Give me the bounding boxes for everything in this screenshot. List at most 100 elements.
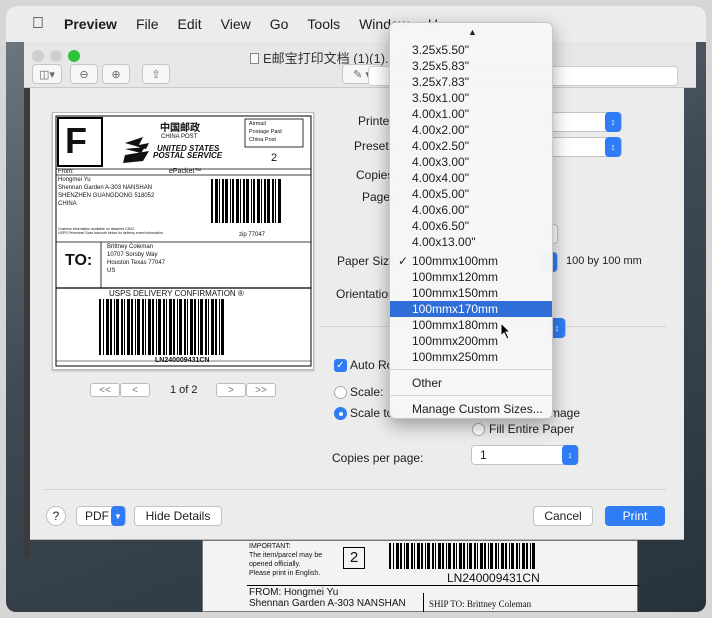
paper-option[interactable]: 4.00x1.00" <box>390 106 552 122</box>
screenshot-frame:  Preview File Edit View Go Tools Window… <box>6 6 706 612</box>
checkmark-icon: ✓ <box>398 254 409 268</box>
pdf-button-label: PDF <box>85 509 109 523</box>
sender-line-2: Shennan Garden A-303 NANSHAN <box>58 185 153 191</box>
paper-option[interactable]: 4.00x6.00" <box>390 202 552 218</box>
orientation-label: Orientation <box>336 287 395 301</box>
print-button[interactable]: Print <box>605 506 665 526</box>
menu-bar:  Preview File Edit View Go Tools Window… <box>6 6 706 42</box>
paper-option[interactable]: 4.00x2.50" <box>390 138 552 154</box>
next-page-button[interactable]: > <box>216 383 246 397</box>
menu-edit[interactable]: Edit <box>178 16 202 32</box>
zip-barcode <box>211 179 281 223</box>
paper-option[interactable]: 100mmx150mm <box>390 285 552 301</box>
to-label: TO: <box>65 252 93 269</box>
paper-option[interactable]: 4.00x6.50" <box>390 218 552 234</box>
recipient-line-3: Houston Texas 77047 <box>107 260 165 266</box>
sender-line-3: SHENZHEN GUANGDONG 518052 <box>58 193 155 199</box>
paper-option[interactable]: 4.00x4.00" <box>390 170 552 186</box>
paper-option[interactable]: 100mmx180mm <box>390 317 552 333</box>
paper-option[interactable]: 4.00x5.00" <box>390 186 552 202</box>
lower-divider <box>247 585 639 586</box>
lower-address-line: Shennan Garden A-303 NANSHAN <box>249 598 406 609</box>
zoom-in-icon[interactable]: ⊕ <box>102 64 130 84</box>
presets-popup[interactable]: ↕ <box>550 137 622 157</box>
apple-icon[interactable]:  <box>32 15 44 33</box>
copies-per-page-popup[interactable]: 1 ↕ <box>471 445 579 465</box>
print-dialog: F 中国邮政 CHINA POST Airmail Postage Paid C… <box>30 88 684 540</box>
airmail-line-2: Postage Paid <box>249 129 282 135</box>
chevron-down-icon: ▼ <box>111 506 125 526</box>
printer-popup[interactable]: ↕ <box>550 112 622 132</box>
menu-file[interactable]: File <box>136 16 159 32</box>
scale-to-fit-radio[interactable] <box>334 407 347 420</box>
footer-separator <box>44 489 666 490</box>
lower-tracking-number: LN240009431CN <box>447 571 540 585</box>
important-line-2: The item/parcel may be <box>249 552 323 559</box>
close-window-button[interactable] <box>32 50 44 62</box>
menu-separator <box>390 395 552 396</box>
popup-stepper-icon: ↕ <box>605 112 621 132</box>
label-number: 2 <box>271 152 278 164</box>
zoom-out-icon[interactable]: ⊖ <box>70 64 98 84</box>
paper-option[interactable]: 4.00x2.00" <box>390 122 552 138</box>
tracking-barcode <box>99 299 224 355</box>
menu-go[interactable]: Go <box>270 16 289 32</box>
paper-option[interactable]: 3.25x5.83" <box>390 58 552 74</box>
paper-option[interactable]: 3.25x7.83" <box>390 74 552 90</box>
print-preview: F 中国邮政 CHINA POST Airmail Postage Paid C… <box>52 112 314 370</box>
help-button[interactable]: ? <box>46 506 66 526</box>
paper-option[interactable]: 4.00x3.00" <box>390 154 552 170</box>
paper-option-checked[interactable]: ✓ 100mmx100mm <box>390 253 552 269</box>
cancel-button[interactable]: Cancel <box>533 506 593 526</box>
paper-option[interactable]: 4.00x13.00" <box>390 234 552 250</box>
menu-separator <box>390 369 552 370</box>
paper-option[interactable]: 3.25x5.50" <box>390 42 552 58</box>
paper-option-highlighted[interactable]: 100mmx170mm <box>390 301 552 317</box>
first-page-button[interactable]: << <box>90 383 120 397</box>
epacket-label: ePacket™ <box>169 168 202 175</box>
paper-option[interactable]: 100mmx250mm <box>390 349 552 365</box>
lower-from-line: FROM: Hongmei Yu <box>249 587 339 598</box>
tracking-number: LN240009431CN <box>155 357 210 364</box>
airmail-line-3: China Post <box>249 137 276 143</box>
minimize-window-button[interactable] <box>50 50 62 62</box>
scale-radio[interactable] <box>334 386 347 399</box>
paper-option[interactable]: 3.50x1.00" <box>390 90 552 106</box>
zoom-window-button[interactable] <box>68 50 80 62</box>
menu-tools[interactable]: Tools <box>307 16 340 32</box>
recipient-line-4: US <box>107 268 116 274</box>
customs-note-2: USPS Personnel Scan barcode below for de… <box>58 231 163 235</box>
hide-details-button[interactable]: Hide Details <box>134 506 222 526</box>
recipient-line-1: Brittney Coleman <box>107 244 154 250</box>
sidebar-toggle-icon[interactable]: ◫▾ <box>32 64 62 84</box>
copies-per-page-value: 1 <box>480 448 487 462</box>
menu-app-preview[interactable]: Preview <box>64 16 117 32</box>
menu-view[interactable]: View <box>221 16 251 32</box>
paper-size-label: Paper Size <box>337 254 396 268</box>
mouse-cursor-icon <box>500 322 512 340</box>
paper-size-description: 100 by 100 mm <box>566 255 642 267</box>
fill-entire-paper-radio[interactable] <box>472 423 485 436</box>
scale-label: Scale: <box>350 385 384 399</box>
popup-stepper-icon: ↕ <box>605 137 621 157</box>
paper-option[interactable]: 100mmx120mm <box>390 269 552 285</box>
auto-rotate-checkbox[interactable]: ✓ <box>334 359 347 372</box>
paper-option-other[interactable]: Other <box>390 375 552 391</box>
lower-box-number: 2 <box>343 547 365 569</box>
scroll-up-arrow-icon[interactable]: ▲ <box>468 27 477 37</box>
sender-line-1: Hongmei Yu <box>58 177 91 183</box>
pdf-menu-button[interactable]: PDF ▼ <box>76 506 126 526</box>
important-line-1: IMPORTANT: <box>249 543 291 550</box>
page-indicator: 1 of 2 <box>170 384 198 396</box>
paper-option[interactable]: 100mmx200mm <box>390 333 552 349</box>
previous-page-button[interactable]: < <box>120 383 150 397</box>
document-title: E邮宝打印文档 (1)(1).pdf <box>250 48 407 67</box>
last-page-button[interactable]: >> <box>246 383 276 397</box>
scale-to-fit-label: Scale to <box>350 406 394 420</box>
from-label: From: <box>58 169 74 175</box>
fill-entire-paper-label: Fill Entire Paper <box>489 422 575 436</box>
usps-line-2: POSTAL SERVICE <box>153 151 223 160</box>
manage-custom-sizes[interactable]: Manage Custom Sizes... <box>390 401 552 417</box>
share-icon[interactable]: ⇧ <box>142 64 170 84</box>
delivery-confirmation: USPS DELIVERY CONFIRMATION ® <box>109 289 244 298</box>
